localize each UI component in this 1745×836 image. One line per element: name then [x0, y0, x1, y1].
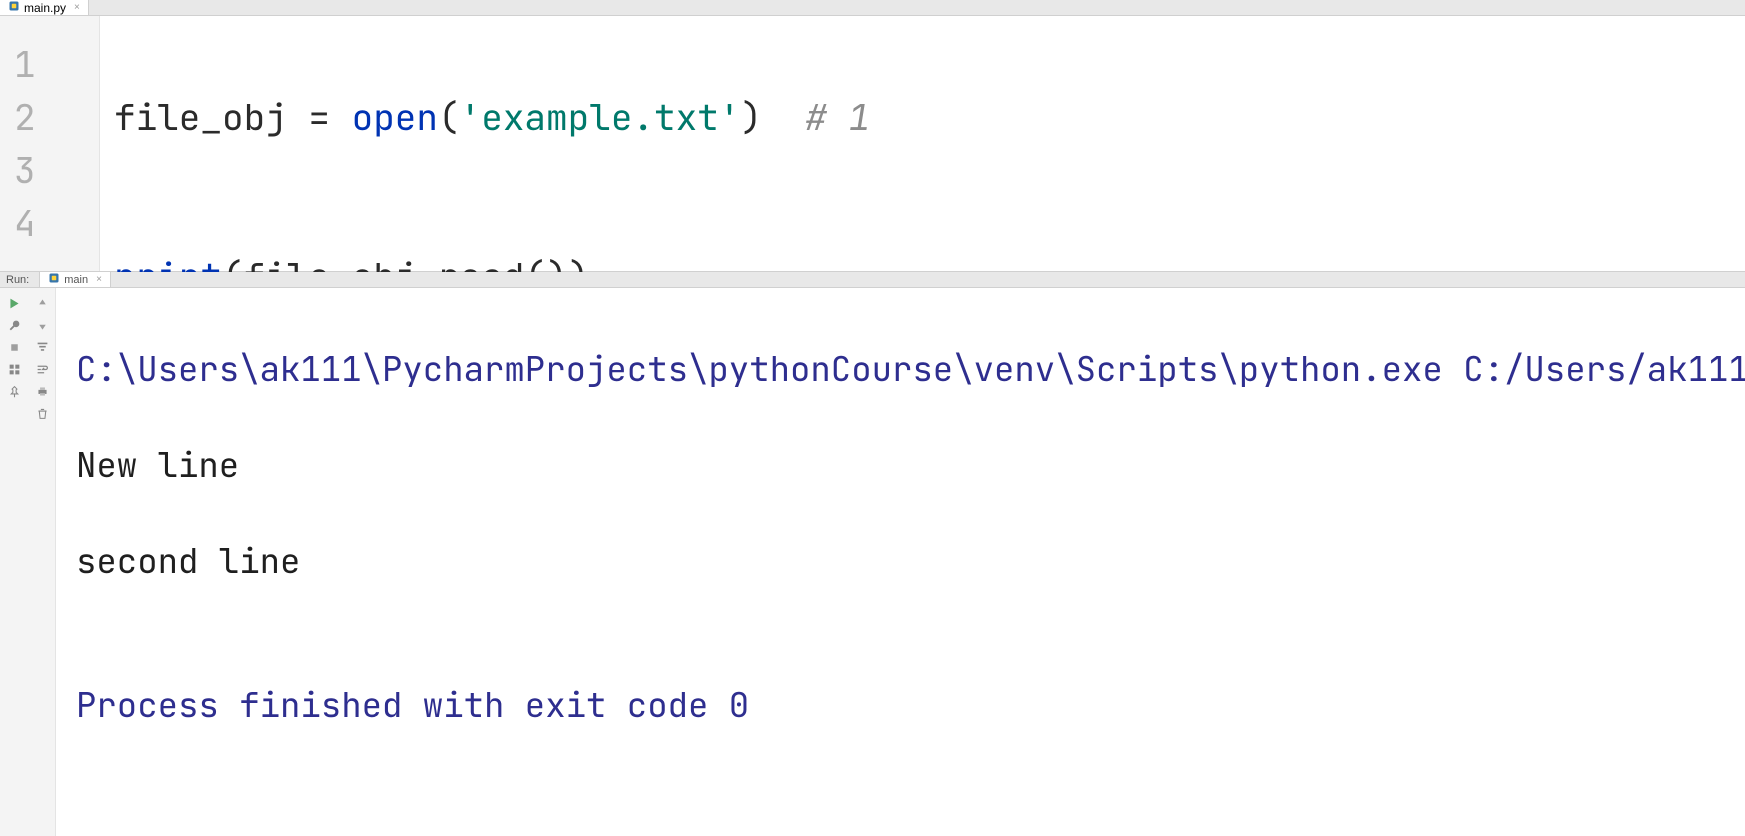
python-file-icon [8, 0, 20, 15]
run-tab-label: main [64, 274, 88, 286]
close-icon[interactable]: × [96, 274, 102, 285]
editor-area: 1 2 3 4 file_obj = open('example.txt') #… [0, 16, 1745, 272]
console-output-line: second line [76, 538, 1745, 586]
token-identifier: file_obj [114, 93, 308, 141]
token-punct: = [308, 93, 351, 141]
console-exit-status: Process finished with exit code 0 [76, 682, 1745, 730]
spacer [0, 402, 28, 424]
line-number: 1 [0, 38, 99, 91]
line-number: 2 [0, 91, 99, 144]
editor-gutter: 1 2 3 4 [0, 16, 100, 271]
rerun-button[interactable] [0, 292, 28, 314]
console-area: C:\Users\ak111\PycharmProjects\pythonCou… [0, 288, 1745, 836]
close-icon[interactable]: × [74, 2, 80, 13]
console-toolbar [0, 288, 56, 836]
console-output[interactable]: C:\Users\ak111\PycharmProjects\pythonCou… [56, 288, 1745, 836]
pin-button[interactable] [0, 380, 28, 402]
line-number: 4 [0, 197, 99, 250]
token-punct: ) [740, 93, 762, 141]
python-file-icon [48, 272, 60, 287]
token-punct: ( [438, 93, 460, 141]
token-space [762, 93, 805, 141]
editor-tab-main[interactable]: main.py × [0, 0, 89, 15]
layout-button[interactable] [0, 358, 28, 380]
editor-tab-label: main.py [24, 1, 66, 15]
code-line: file_obj = open('example.txt') # 1 [114, 91, 870, 144]
print-button[interactable] [28, 380, 56, 402]
stop-button[interactable] [0, 336, 28, 358]
wrench-button[interactable] [0, 314, 28, 336]
code-editor[interactable]: file_obj = open('example.txt') # 1 print… [100, 16, 870, 271]
line-number: 3 [0, 144, 99, 197]
editor-tabs-bar: main.py × [0, 0, 1745, 16]
filter-button[interactable] [28, 336, 56, 358]
token-builtin: open [352, 93, 438, 141]
token-string: 'example.txt' [460, 93, 741, 141]
token-comment: # 1 [805, 93, 870, 141]
run-label: Run: [6, 274, 29, 286]
console-output-line: New line [76, 442, 1745, 490]
console-command-line: C:\Users\ak111\PycharmProjects\pythonCou… [76, 346, 1745, 394]
run-config-tab[interactable]: main × [39, 272, 111, 287]
down-button[interactable] [28, 314, 56, 336]
up-button[interactable] [28, 292, 56, 314]
run-tool-header: Run: main × [0, 272, 1745, 288]
trash-button[interactable] [28, 402, 56, 424]
soft-wrap-button[interactable] [28, 358, 56, 380]
